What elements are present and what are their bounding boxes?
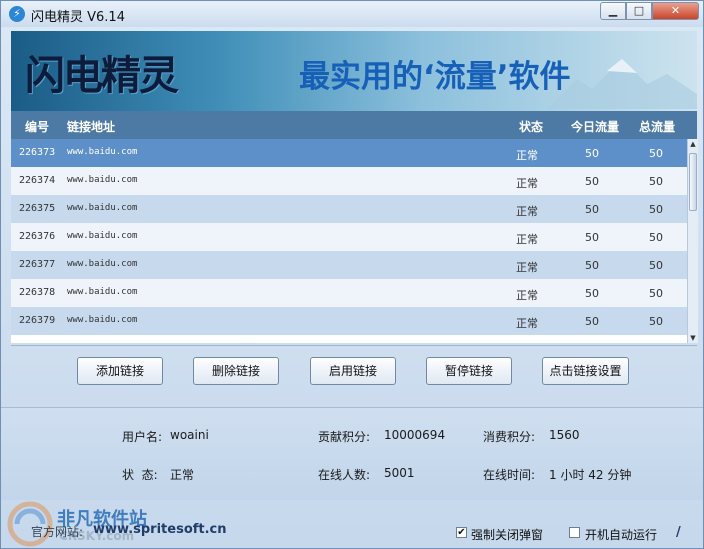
scroll-up-icon[interactable]: ▲: [688, 139, 698, 149]
footer: 非凡软件站 CRSKY.com 官方网站: www.spritesoft.cn …: [1, 499, 703, 548]
online-time-value: 1 小时 42 分钟: [549, 468, 632, 482]
table-header: 编号 链接地址 状态 今日流量 总流量: [11, 111, 697, 139]
table-row[interactable]: 226374 www.baidu.com 正常 50 50: [11, 167, 687, 195]
divider: [11, 345, 697, 346]
pause-link-button[interactable]: 暂停链接: [426, 357, 512, 385]
table-row[interactable]: 226378 www.baidu.com 正常 50 50: [11, 279, 687, 307]
row-status: 正常: [516, 177, 538, 190]
row-total-traffic: 50: [649, 203, 663, 216]
link-settings-button[interactable]: 点击链接设置: [542, 357, 629, 385]
contrib-label: 贡献积分:: [318, 430, 371, 444]
enable-link-button[interactable]: 启用链接: [310, 357, 396, 385]
row-today-traffic: 50: [585, 287, 599, 300]
header-today: 今日流量: [571, 120, 620, 134]
row-today-traffic: 50: [585, 315, 599, 328]
slogan: 最实用的‘流量’软件: [299, 59, 571, 95]
row-total-traffic: 50: [649, 287, 663, 300]
resize-grip[interactable]: /: [676, 525, 681, 540]
scroll-thumb[interactable]: [689, 153, 697, 211]
window-title: 闪电精灵 V6.14: [31, 10, 125, 25]
username-label: 用户名:: [122, 430, 163, 444]
online-value: 5001: [384, 466, 415, 480]
table-row[interactable]: 226375 www.baidu.com 正常 50 50: [11, 195, 687, 223]
row-id: 226379: [19, 315, 56, 326]
force-close-checkbox[interactable]: ✔: [456, 527, 467, 538]
scroll-down-icon[interactable]: ▼: [688, 333, 698, 343]
row-status: 正常: [516, 205, 538, 218]
row-url: www.baidu.com: [67, 203, 138, 213]
online-time-label: 在线时间:: [483, 468, 536, 482]
row-status: 正常: [516, 149, 538, 162]
consume-value: 1560: [549, 428, 580, 442]
header-id: 编号: [25, 120, 50, 134]
scrollbar[interactable]: ▲ ▼: [687, 139, 698, 343]
status-value: 正常: [170, 468, 195, 482]
title-bar: ⚡ 闪电精灵 V6.14 ▁ □ ✕: [1, 1, 703, 27]
row-status: 正常: [516, 233, 538, 246]
close-button[interactable]: ✕: [652, 2, 699, 20]
row-status: 正常: [516, 289, 538, 302]
table-row[interactable]: 226377 www.baidu.com 正常 50 50: [11, 251, 687, 279]
row-id: 226374: [19, 175, 56, 186]
logo-text: 闪电精灵: [25, 53, 179, 99]
row-id: 226375: [19, 203, 56, 214]
force-close-label[interactable]: 强制关闭弹窗: [471, 526, 543, 543]
row-id: 226376: [19, 231, 56, 242]
logo: 闪电精灵: [25, 43, 179, 101]
row-today-traffic: 50: [585, 203, 599, 216]
status-label: 状 态:: [122, 468, 158, 482]
header-total: 总流量: [639, 120, 676, 134]
row-url: www.baidu.com: [67, 231, 138, 241]
minimize-button[interactable]: ▁: [600, 2, 626, 20]
link-list[interactable]: 226373 www.baidu.com 正常 50 50 226374 www.baidu…: [11, 139, 687, 343]
user-info-panel: 用户名: woaini 贡献积分: 10000694 消费积分: 1560 状 …: [1, 407, 703, 500]
consume-label: 消费积分:: [483, 430, 536, 444]
row-total-traffic: 50: [649, 147, 663, 160]
row-url: www.baidu.com: [67, 147, 138, 157]
table-row[interactable]: 226376 www.baidu.com 正常 50 50: [11, 223, 687, 251]
table-row[interactable]: 226379 www.baidu.com 正常 50 50: [11, 307, 687, 335]
row-id: 226378: [19, 287, 56, 298]
row-today-traffic: 50: [585, 259, 599, 272]
row-url: www.baidu.com: [67, 259, 138, 269]
username-value: woaini: [170, 428, 209, 442]
autostart-label[interactable]: 开机自动运行: [585, 526, 657, 543]
row-url: www.baidu.com: [67, 315, 138, 325]
row-today-traffic: 50: [585, 147, 599, 160]
row-today-traffic: 50: [585, 231, 599, 244]
row-total-traffic: 50: [649, 259, 663, 272]
row-total-traffic: 50: [649, 231, 663, 244]
header-url: 链接地址: [67, 120, 116, 134]
delete-link-button[interactable]: 删除链接: [193, 357, 279, 385]
mountain-decoration: [547, 59, 697, 109]
row-id: 226377: [19, 259, 56, 270]
app-window: ⚡ 闪电精灵 V6.14 ▁ □ ✕ 闪电精灵 最实用的‘流量’软件 编号 链接…: [0, 0, 704, 549]
contrib-value: 10000694: [384, 428, 446, 442]
online-label: 在线人数:: [318, 468, 371, 482]
row-status: 正常: [516, 261, 538, 274]
banner: 闪电精灵 最实用的‘流量’软件: [11, 31, 697, 111]
row-status: 正常: [516, 317, 538, 330]
app-logo-icon: ⚡: [9, 6, 25, 22]
maximize-button[interactable]: □: [626, 2, 652, 20]
add-link-button[interactable]: 添加链接: [77, 357, 163, 385]
site-label: 官方网站:: [31, 525, 84, 539]
site-link[interactable]: www.spritesoft.cn: [93, 522, 227, 537]
row-id: 226373: [19, 147, 56, 158]
row-url: www.baidu.com: [67, 175, 138, 185]
row-total-traffic: 50: [649, 175, 663, 188]
row-total-traffic: 50: [649, 315, 663, 328]
table-row[interactable]: 226373 www.baidu.com 正常 50 50: [11, 139, 687, 167]
row-today-traffic: 50: [585, 175, 599, 188]
autostart-checkbox[interactable]: [569, 527, 580, 538]
row-url: www.baidu.com: [67, 287, 138, 297]
header-status: 状态: [519, 120, 544, 134]
